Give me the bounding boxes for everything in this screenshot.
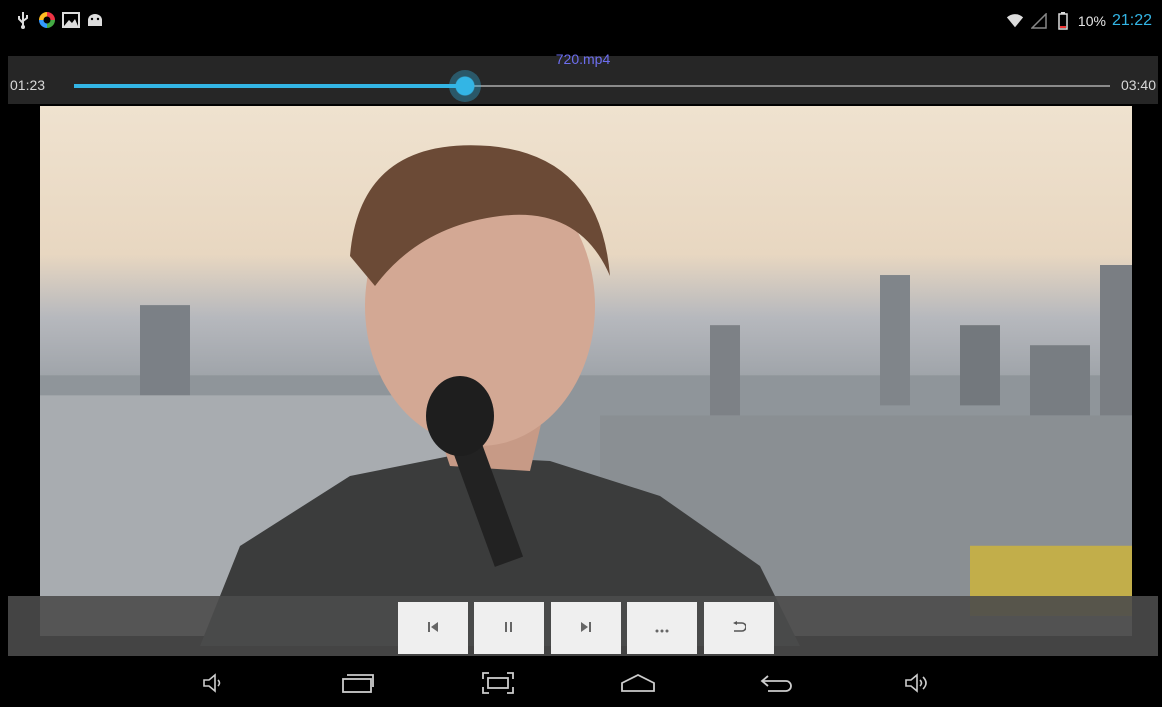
cell-signal-icon xyxy=(1030,12,1048,30)
video-frame[interactable] xyxy=(40,106,1132,646)
pause-icon xyxy=(504,619,514,637)
back-to-list-button[interactable] xyxy=(704,602,774,654)
return-icon xyxy=(732,619,747,637)
status-bar: 10% 21:22 xyxy=(8,8,1158,36)
wifi-icon xyxy=(1006,12,1024,30)
screenshot-icon[interactable] xyxy=(480,670,516,696)
volume-down-icon[interactable] xyxy=(196,670,232,696)
back-icon[interactable] xyxy=(760,670,796,696)
app-notification-icon xyxy=(38,11,56,29)
more-button[interactable] xyxy=(627,602,697,654)
video-title: 720.mp4 xyxy=(555,51,611,67)
skip-previous-icon xyxy=(427,619,439,637)
recent-apps-icon[interactable] xyxy=(340,670,376,696)
more-icon xyxy=(655,619,669,637)
playback-controls xyxy=(8,596,1158,656)
gallery-icon xyxy=(62,11,80,29)
status-clock: 21:22 xyxy=(1111,12,1152,29)
seek-overlay: 720.mp4 01:23 03:40 xyxy=(8,51,1158,104)
battery-percent: 10% xyxy=(1077,13,1106,29)
video-player[interactable]: 720.mp4 01:23 03:40 xyxy=(8,36,1158,656)
skip-next-icon xyxy=(580,619,592,637)
pause-button[interactable] xyxy=(474,602,544,654)
previous-button[interactable] xyxy=(398,602,468,654)
system-navigation-bar xyxy=(8,656,1158,707)
seek-thumb[interactable] xyxy=(448,70,481,102)
battery-icon xyxy=(1054,12,1072,30)
home-icon[interactable] xyxy=(620,670,656,696)
elapsed-time: 01:23 xyxy=(10,77,46,93)
android-icon xyxy=(86,11,104,29)
total-duration: 03:40 xyxy=(1120,77,1156,93)
singer-figure xyxy=(200,145,800,646)
usb-icon xyxy=(14,11,32,29)
next-button[interactable] xyxy=(551,602,621,654)
volume-up-icon[interactable] xyxy=(900,670,936,696)
seek-progress xyxy=(74,84,465,88)
